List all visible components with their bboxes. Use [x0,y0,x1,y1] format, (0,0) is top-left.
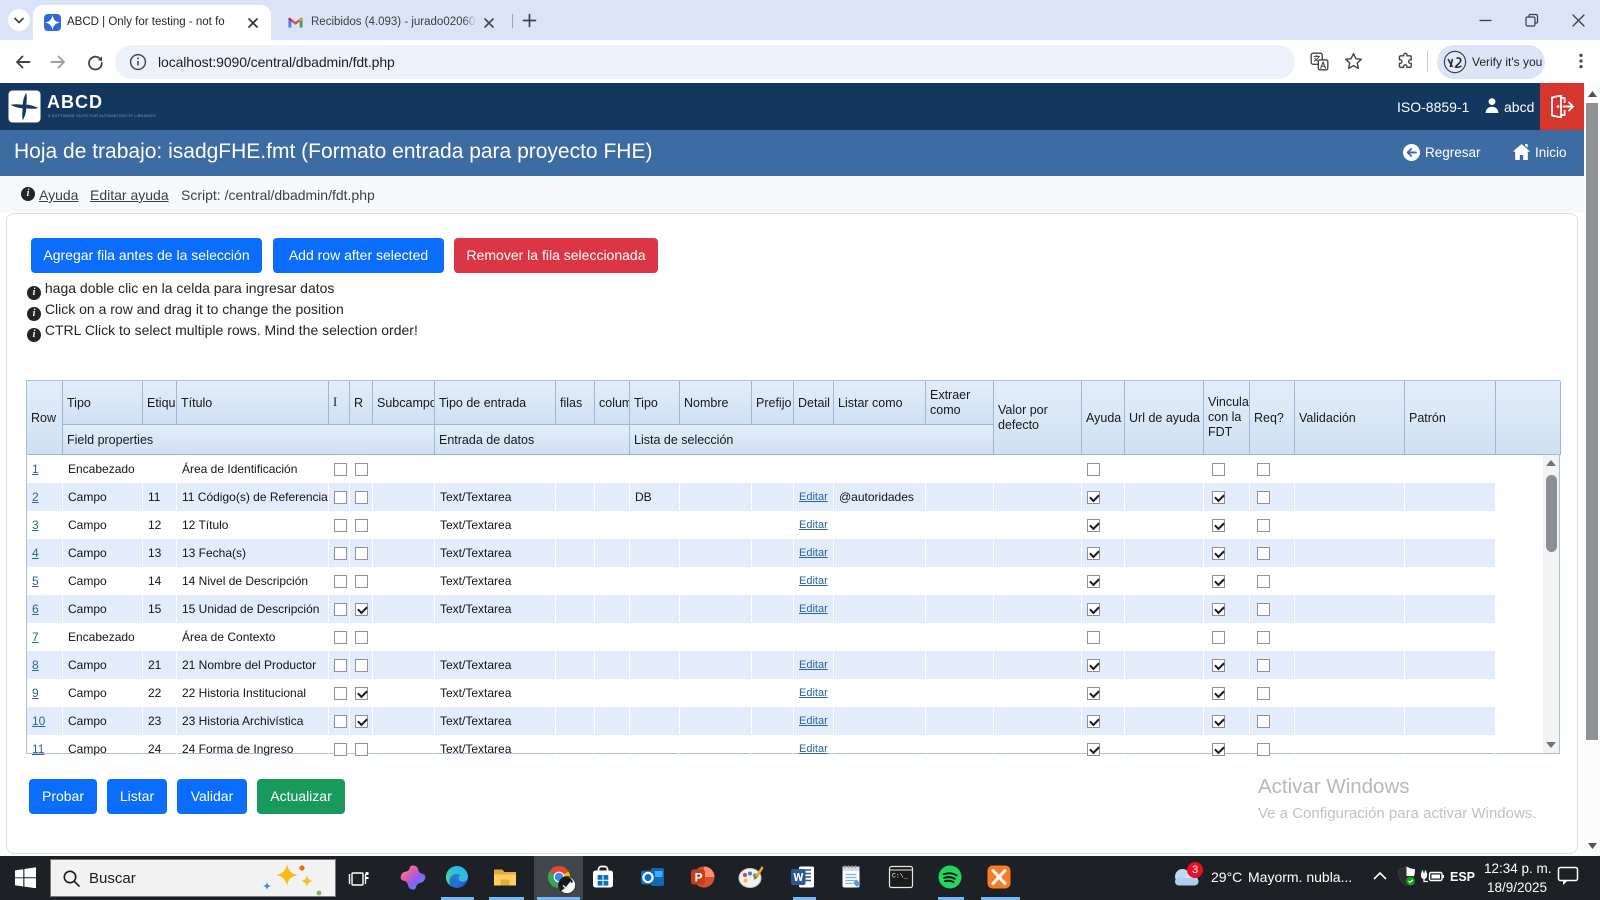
svg-text:P: P [695,871,703,885]
svg-text:C:\_: C:\_ [892,873,908,880]
